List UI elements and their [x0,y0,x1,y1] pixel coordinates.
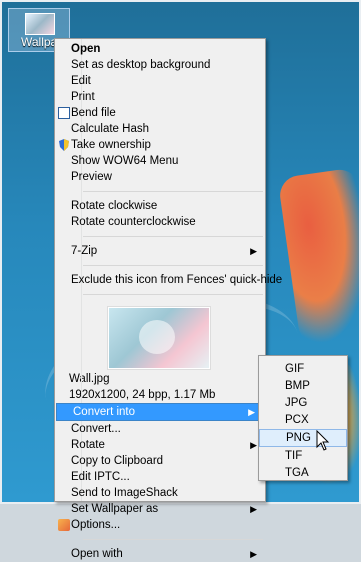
menu-item-label: Send to ImageShack [71,487,178,499]
menu-item-label: Copy to Clipboard [71,455,164,467]
submenu-arrow-icon: ▶ [250,549,257,559]
menu-item-rotate-clockwise[interactable]: Rotate clockwise [55,198,265,214]
menu-item-label: Take ownership [71,139,151,151]
submenu-arrow-icon: ▶ [248,407,255,417]
menu-item-open[interactable]: Open [55,41,265,57]
menu-item-label: 7-Zip [71,245,98,257]
menu-item-rotate[interactable]: Rotate ▶ [55,437,265,453]
menu-item-edit[interactable]: Edit [55,73,265,89]
menu-item-label: Rotate counterclockwise [71,216,196,228]
menu-item-label: Bend file [71,107,116,119]
menu-separator [83,265,263,266]
shield-icon [58,139,70,151]
menu-item-label: Show WOW64 Menu [71,155,179,167]
menu-item-label: Set Wallpaper as [71,503,159,515]
submenu-item-jpg[interactable]: JPG [259,395,347,411]
menu-item-label: Open [71,43,101,55]
submenu-arrow-icon: ▶ [250,246,257,256]
submenu-item-tga[interactable]: TGA [259,465,347,481]
menu-separator [83,191,263,192]
submenu-item-tif[interactable]: TIF [259,448,347,464]
menu-item-label: Print [71,91,95,103]
menu-item-calculate-hash[interactable]: Calculate Hash [55,121,265,137]
menu-separator [83,236,263,237]
preview-details: 1920x1200, 24 bpp, 1.17 Mb [69,389,216,401]
submenu-item-bmp[interactable]: BMP [259,378,347,394]
submenu-arrow-icon: ▶ [250,504,257,514]
menu-item-label: Exclude this icon from Fences' quick-hid… [71,274,283,286]
mouse-cursor-icon [316,430,330,451]
submenu-item-gif[interactable]: GIF [259,361,347,377]
menu-item-show-wow64[interactable]: Show WOW64 Menu [55,153,265,169]
preview-filename: Wall.jpg [69,373,110,385]
menu-item-label: Convert... [71,423,121,435]
options-icon [58,519,70,531]
menu-item-convert-into[interactable]: Convert into ▶ [56,403,264,421]
menu-item-label: Calculate Hash [71,123,149,135]
menu-item-label: Rotate clockwise [71,200,158,212]
image-preview [108,307,210,369]
menu-item-open-with[interactable]: Open with ▶ [55,546,265,562]
menu-item-edit-iptc[interactable]: Edit IPTC... [55,469,265,485]
submenu-arrow-icon: ▶ [250,440,257,450]
desktop-icon-label: Wallpa [21,35,58,49]
menu-item-exclude-fences[interactable]: Exclude this icon from Fences' quick-hid… [55,272,282,288]
menu-item-options[interactable]: Options... [55,517,265,533]
menu-item-preview[interactable]: Preview [55,169,265,185]
menu-item-bend-file[interactable]: Bend file [55,105,265,121]
preview-area [55,301,265,371]
menu-item-label: Edit IPTC... [71,471,130,483]
menu-item-send-imageshack[interactable]: Send to ImageShack [55,485,265,501]
menu-item-label: Open with [71,548,123,560]
menu-item-7zip[interactable]: 7-Zip ▶ [55,243,265,259]
menu-item-take-ownership[interactable]: Take ownership [55,137,265,153]
menu-separator [83,539,263,540]
bend-file-icon [58,107,70,119]
menu-item-set-desktop-background[interactable]: Set as desktop background [55,57,265,73]
menu-item-rotate-counterclockwise[interactable]: Rotate counterclockwise [55,214,265,230]
menu-item-label: Preview [71,171,112,183]
menu-item-label: Convert into [73,406,136,418]
submenu-item-png[interactable]: PNG [259,429,347,447]
menu-item-copy-clipboard[interactable]: Copy to Clipboard [55,453,265,469]
convert-submenu: GIF BMP JPG PCX PNG TIF TGA [258,355,348,481]
menu-item-label: Edit [71,75,91,87]
menu-item-label: Rotate [71,439,105,451]
menu-item-label: Set as desktop background [71,59,211,71]
menu-item-print[interactable]: Print [55,89,265,105]
menu-item-set-wallpaper-as[interactable]: Set Wallpaper as ▶ [55,501,265,517]
image-thumbnail-icon [25,13,55,35]
menu-item-convert[interactable]: Convert... [55,421,265,437]
menu-item-label: Options... [71,519,121,531]
submenu-item-pcx[interactable]: PCX [259,412,347,428]
menu-separator [83,294,263,295]
context-menu: Open Set as desktop background Edit Prin… [54,38,282,560]
